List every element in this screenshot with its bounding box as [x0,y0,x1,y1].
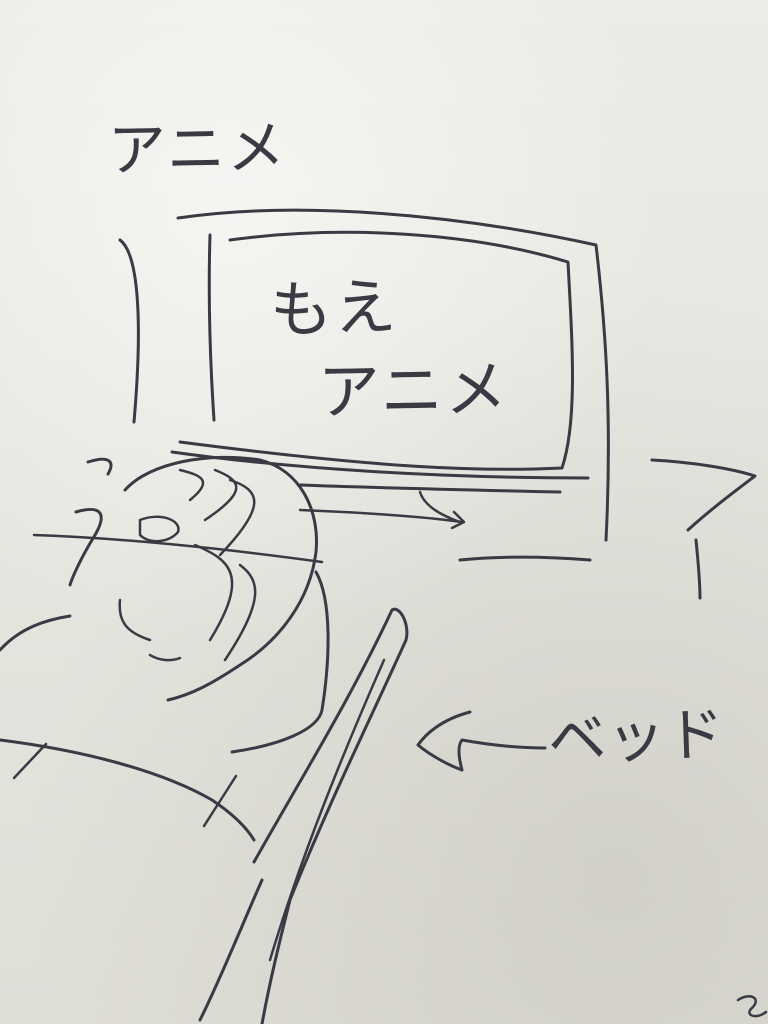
tv-screen-text-line2: アニメ [317,352,510,429]
arrow-left-icon [416,710,547,772]
face-profile [68,507,103,587]
tv-inner-left-edge [207,233,216,422]
bed-headboard [252,607,409,1024]
bed-label: ベッド [546,699,727,775]
tv-left-edge [118,238,140,424]
sleeping-person-sketch-icon [0,455,330,754]
bed-sketch [0,607,409,1024]
bed-tick-marks [12,742,238,828]
blanket-line [32,533,324,564]
bed-edge-line [0,738,256,842]
tv-screen-text-line1: もえ [268,269,400,348]
bed-leg-line [198,878,264,1022]
mouth-and-chin [118,598,182,662]
corner-squiggle [736,995,768,1018]
tv-stand-arrow [298,490,466,530]
tv-screen-frame [178,230,574,471]
paper-sheet: アニメ もえ アニメ ベッド [0,0,768,1024]
tv-base-line [458,555,592,562]
shoulder-line [0,614,72,652]
head-outline [123,455,319,702]
side-table-sketch [650,458,757,600]
hair-strokes [178,468,257,662]
hair-tuft [86,457,113,476]
tv-stand-line [298,483,562,494]
closed-eye [138,515,180,543]
title-label: アニメ [107,113,288,185]
